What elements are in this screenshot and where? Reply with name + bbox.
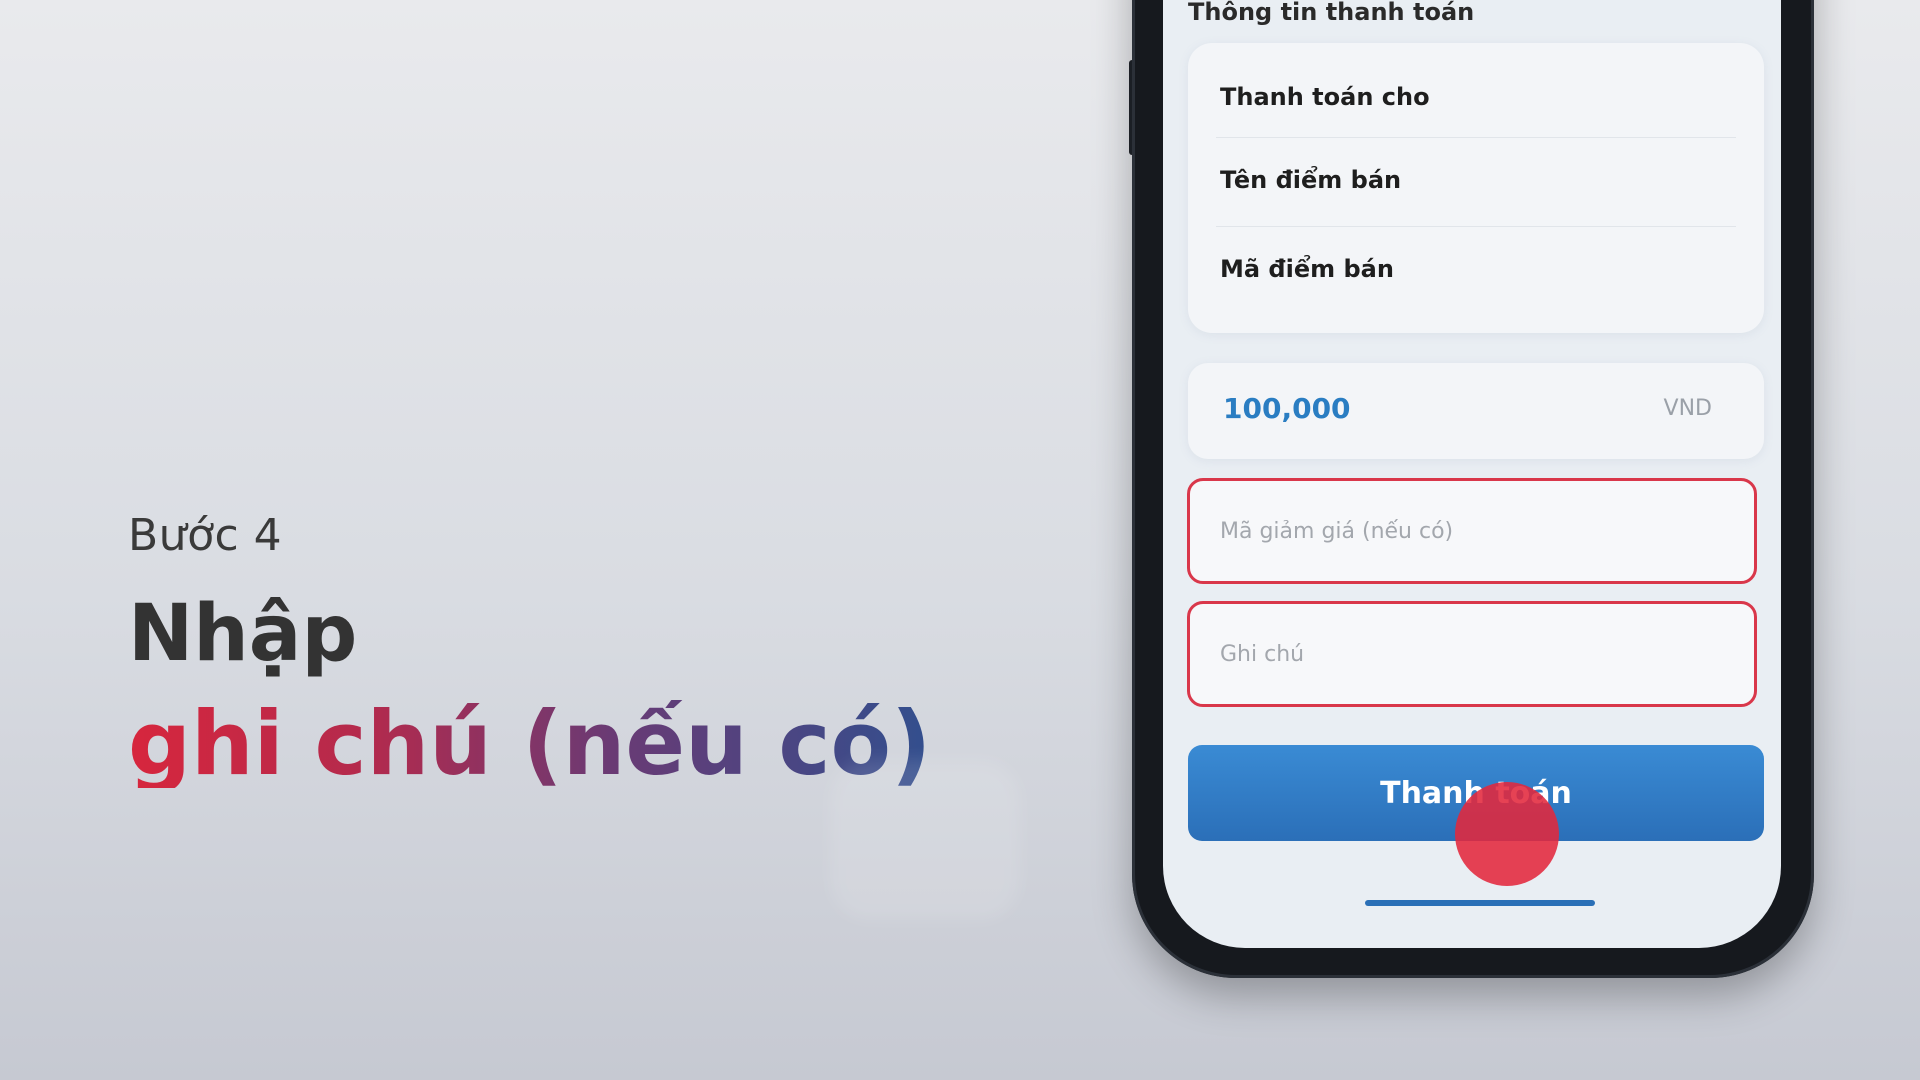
step-label: Bước 4 [128,510,283,561]
background-ghost-shape [830,760,1020,920]
note-input[interactable] [1220,604,1734,704]
discount-code-field[interactable] [1187,478,1757,584]
tap-indicator [1455,782,1559,886]
headline-subject: ghi chú (nếu có) [128,692,932,795]
amount-value: 100,000 [1223,392,1351,425]
divider [1216,137,1736,138]
divider [1216,226,1736,227]
info-row-store-code: Mã điểm bán [1220,255,1394,283]
discount-code-input[interactable] [1220,481,1734,581]
home-indicator[interactable] [1365,900,1595,906]
payment-info-card: Thanh toán cho Tên điểm bán Mã điểm bán [1188,43,1764,333]
phone-screen: Thông tin thanh toán Thanh toán cho Tên … [1163,0,1781,948]
info-row-pay-to: Thanh toán cho [1220,83,1430,111]
amount-field[interactable]: 100,000 VND [1188,363,1764,459]
headline-action: Nhập [128,589,358,679]
info-row-store-name: Tên điểm bán [1220,166,1402,194]
section-title: Thông tin thanh toán [1188,0,1475,26]
currency-label: VND [1663,396,1712,421]
note-field[interactable] [1187,601,1757,707]
